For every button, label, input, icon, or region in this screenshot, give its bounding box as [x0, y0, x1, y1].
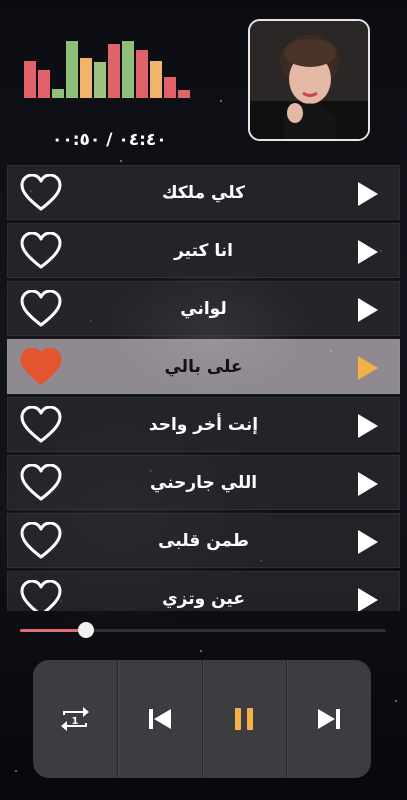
- heart-outline-icon[interactable]: [20, 464, 62, 502]
- heart-outline-icon[interactable]: [20, 232, 62, 270]
- track-title: كلي ملكك: [161, 183, 246, 203]
- heart-filled-icon[interactable]: [20, 348, 62, 386]
- play-icon[interactable]: [357, 471, 379, 497]
- seek-bar-handle[interactable]: [78, 622, 94, 638]
- seek-bar-fill: [20, 629, 86, 632]
- equalizer-bar: [178, 90, 190, 98]
- previous-track-button[interactable]: [116, 660, 202, 778]
- skip-next-icon: [318, 709, 341, 729]
- equalizer-bar: [164, 77, 176, 98]
- playback-controls: 1: [33, 660, 371, 778]
- play-icon[interactable]: [357, 413, 379, 439]
- track-row[interactable]: اللي جارحني: [7, 455, 400, 510]
- equalizer-bar: [24, 61, 36, 98]
- track-row[interactable]: طمن قلبى: [7, 513, 400, 568]
- repeat-one-icon: 1: [60, 707, 89, 731]
- track-row[interactable]: لواني: [7, 281, 400, 336]
- track-row[interactable]: انا كتير: [7, 223, 400, 278]
- track-title: انا كتير: [174, 241, 233, 261]
- next-track-button[interactable]: [286, 660, 371, 778]
- repeat-one-button[interactable]: 1: [33, 660, 117, 778]
- pause-icon: [235, 708, 254, 730]
- equalizer-bar: [80, 58, 92, 98]
- equalizer-bar: [122, 41, 134, 98]
- track-title: على بالي: [164, 357, 243, 377]
- play-icon[interactable]: [357, 297, 379, 323]
- pause-button[interactable]: [201, 660, 287, 778]
- track-row[interactable]: إنت أخر واحد: [7, 397, 400, 452]
- play-icon[interactable]: [357, 181, 379, 207]
- track-title: عين وتزي: [162, 589, 245, 609]
- equalizer-bar: [52, 89, 64, 98]
- heart-outline-icon[interactable]: [20, 290, 62, 328]
- skip-previous-icon: [148, 709, 171, 729]
- heart-outline-icon[interactable]: [20, 174, 62, 212]
- track-title: اللي جارحني: [149, 473, 258, 493]
- equalizer-bar: [94, 62, 106, 98]
- track-title: إنت أخر واحد: [148, 415, 259, 435]
- artist-photo-icon: [250, 21, 368, 139]
- heart-outline-icon[interactable]: [20, 406, 62, 444]
- track-row[interactable]: عين وتزي: [7, 571, 400, 611]
- track-title: طمن قلبى: [158, 531, 249, 551]
- play-icon[interactable]: [357, 587, 379, 611]
- heart-outline-icon[interactable]: [20, 580, 62, 611]
- seek-bar[interactable]: [20, 622, 386, 638]
- heart-outline-icon[interactable]: [20, 522, 62, 560]
- equalizer-bar: [38, 70, 50, 98]
- track-row[interactable]: كلي ملكك: [7, 165, 400, 220]
- equalizer-bar: [150, 61, 162, 98]
- play-icon[interactable]: [357, 239, 379, 265]
- artist-avatar: [248, 19, 370, 141]
- play-icon[interactable]: [357, 355, 379, 381]
- track-title: لواني: [180, 299, 227, 319]
- equalizer-bar: [108, 44, 120, 98]
- track-row[interactable]: على بالي: [7, 339, 400, 394]
- equalizer-visualizer: [24, 40, 196, 98]
- play-icon[interactable]: [357, 529, 379, 555]
- equalizer-bar: [136, 50, 148, 98]
- repeat-one-badge: 1: [71, 716, 78, 727]
- equalizer-bar: [66, 41, 78, 98]
- playback-time: ٠٤:٤٠ / ٠٠:٥٠: [52, 130, 167, 150]
- track-list[interactable]: كلي ملكك انا كتير لواني على بالي إنت أخر واح…: [7, 165, 400, 611]
